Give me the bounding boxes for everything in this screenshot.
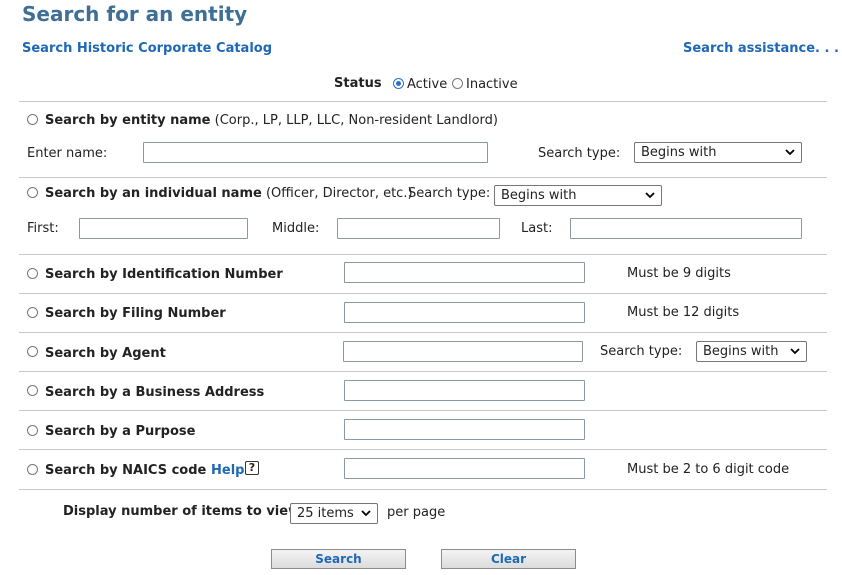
first-name-input[interactable]	[79, 218, 248, 239]
address-label: Search by a Business Address	[45, 385, 265, 400]
id-number-note: Must be 9 digits	[627, 266, 731, 281]
middle-name-label: Middle:	[272, 221, 320, 236]
filing-number-input[interactable]	[344, 302, 585, 323]
display-items-value: 25 items	[297, 506, 354, 521]
search-button[interactable]: Search	[271, 549, 406, 569]
filing-number-label: Search by Filing Number	[45, 306, 226, 321]
entity-search-type-value: Begins with	[641, 145, 717, 160]
entity-name-option: Search by entity name (Corp., LP, LLP, L…	[45, 113, 498, 128]
divider	[19, 489, 827, 490]
individual-search-type-label: Search type:	[408, 186, 491, 201]
chevron-down-icon	[785, 149, 795, 156]
entity-search-type-select[interactable]: Begins with	[634, 142, 802, 163]
clear-button[interactable]: Clear	[441, 549, 576, 569]
agent-search-type-value: Begins with	[703, 344, 779, 359]
id-number-input[interactable]	[344, 262, 585, 283]
display-items-label: Display number of items to view:	[63, 504, 306, 519]
divider	[19, 410, 827, 411]
status-active-radio[interactable]	[393, 78, 404, 89]
individual-name-radio[interactable]	[27, 187, 38, 198]
last-name-input[interactable]	[570, 218, 802, 239]
address-radio[interactable]	[27, 385, 38, 396]
chevron-down-icon	[361, 510, 371, 517]
individual-name-option: Search by an individual name (Officer, D…	[45, 186, 413, 201]
status-inactive-label: Inactive	[466, 77, 518, 92]
individual-search-type-value: Begins with	[501, 188, 577, 203]
agent-search-type-select[interactable]: Begins with	[696, 341, 807, 362]
enter-name-label: Enter name:	[27, 146, 108, 161]
page-title: Search for an entity	[22, 2, 248, 26]
divider	[19, 293, 827, 294]
divider	[19, 371, 827, 372]
divider	[19, 332, 827, 333]
chevron-down-icon	[645, 192, 655, 199]
individual-search-type-select[interactable]: Begins with	[494, 185, 662, 206]
id-number-radio[interactable]	[27, 268, 38, 279]
purpose-label: Search by a Purpose	[45, 424, 196, 439]
historic-catalog-link[interactable]: Search Historic Corporate Catalog	[22, 41, 272, 56]
middle-name-input[interactable]	[337, 218, 500, 239]
chevron-down-icon	[790, 348, 800, 355]
address-input[interactable]	[344, 380, 585, 401]
id-number-label: Search by Identification Number	[45, 267, 283, 282]
individual-name-hint: (Officer, Director, etc.)	[265, 186, 413, 201]
search-assistance-link[interactable]: Search assistance. . .	[683, 41, 839, 56]
naics-help-link[interactable]: Help	[211, 463, 244, 478]
agent-search-type-label: Search type:	[600, 344, 683, 359]
entity-search-type-label: Search type:	[538, 146, 621, 161]
divider	[19, 177, 827, 178]
per-page-label: per page	[387, 505, 446, 520]
help-icon[interactable]: ?	[245, 461, 259, 475]
filing-number-note: Must be 12 digits	[627, 305, 740, 320]
divider	[19, 449, 827, 450]
naics-input[interactable]	[344, 458, 585, 479]
status-active-label: Active	[407, 77, 448, 92]
status-inactive-radio[interactable]	[452, 78, 463, 89]
purpose-input[interactable]	[344, 419, 585, 440]
entity-name-hint: (Corp., LP, LLP, LLC, Non-resident Landl…	[214, 113, 498, 128]
naics-label: Search by NAICS code	[45, 463, 207, 478]
agent-input[interactable]	[343, 341, 583, 362]
purpose-radio[interactable]	[27, 425, 38, 436]
naics-note: Must be 2 to 6 digit code	[627, 462, 790, 477]
entity-name-label: Search by entity name	[45, 113, 211, 128]
first-name-label: First:	[27, 221, 59, 236]
individual-name-label: Search by an individual name	[45, 186, 262, 201]
agent-radio[interactable]	[27, 346, 38, 357]
entity-name-radio[interactable]	[27, 114, 38, 125]
entity-name-input[interactable]	[143, 142, 488, 163]
agent-label: Search by Agent	[45, 346, 166, 361]
status-label: Status	[334, 76, 382, 91]
divider	[19, 254, 827, 255]
display-items-select[interactable]: 25 items	[290, 503, 378, 524]
last-name-label: Last:	[521, 221, 553, 236]
naics-radio[interactable]	[27, 464, 38, 475]
divider	[19, 101, 827, 102]
filing-number-radio[interactable]	[27, 307, 38, 318]
